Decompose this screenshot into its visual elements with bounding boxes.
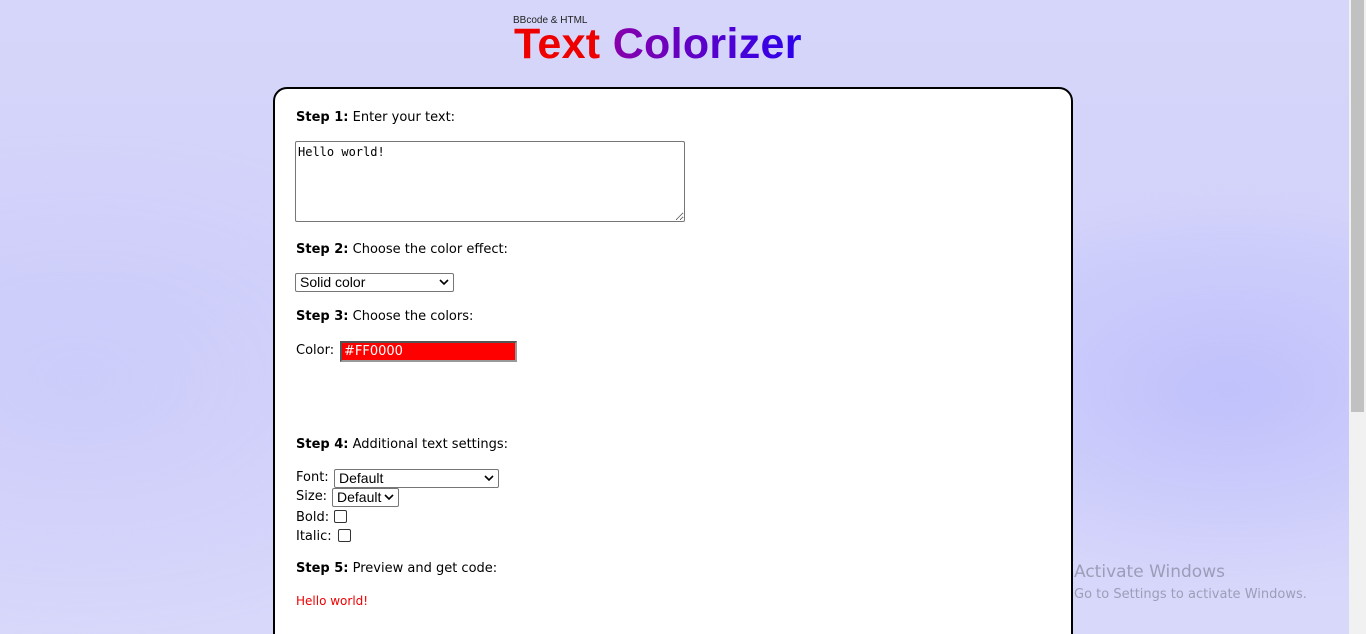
scrollbar-thumb[interactable] [1351, 0, 1364, 412]
step-5-heading: Step 5: Preview and get code: [296, 561, 497, 577]
bold-checkbox[interactable] [334, 510, 347, 523]
step-5-text: Preview and get code: [352, 561, 498, 576]
color-effect-select[interactable]: Solid color [295, 273, 454, 292]
color-effect-value: Solid color [300, 274, 366, 290]
size-label: Size: [296, 489, 328, 504]
step-2-label: Step 2: [296, 242, 349, 257]
logo-title-word-text: Text [514, 20, 601, 68]
size-select-value: Default [337, 489, 382, 505]
step-3-heading: Step 3: Choose the colors: [296, 309, 473, 325]
step-4-label: Step 4: [296, 437, 349, 452]
chevron-down-icon [384, 494, 394, 501]
activate-windows-title: Activate Windows [1074, 562, 1225, 582]
page-scrollbar[interactable] [1349, 0, 1366, 634]
font-select-value: Default [339, 470, 384, 486]
logo-title-word-colorizer: Colorizer [612, 20, 802, 68]
step-3-text: Choose the colors: [352, 309, 474, 324]
chevron-down-icon [484, 475, 494, 482]
step-1-label: Step 1: [296, 110, 349, 125]
step-2-text: Choose the color effect: [352, 242, 508, 257]
size-select[interactable]: Default [332, 488, 399, 507]
step-5-label: Step 5: [296, 561, 349, 576]
step-3-label: Step 3: [296, 309, 349, 324]
color-label: Color: [296, 343, 335, 358]
color-input[interactable]: #FF0000 [340, 341, 517, 362]
colorizer-panel: Step 1: Enter your text: Hello world! St… [273, 87, 1073, 634]
preview-text: Hello world! [296, 594, 369, 608]
step-1-heading: Step 1: Enter your text: [296, 110, 455, 126]
logo-title: Text Colorizer [514, 19, 802, 69]
chevron-down-icon [439, 279, 449, 286]
bold-label: Bold: [296, 510, 330, 525]
italic-checkbox[interactable] [338, 529, 351, 542]
step-2-heading: Step 2: Choose the color effect: [296, 242, 508, 258]
font-select[interactable]: Default [334, 469, 499, 488]
step-1-text: Enter your text: [352, 110, 456, 125]
text-input[interactable]: Hello world! [295, 141, 685, 222]
italic-label: Italic: [296, 529, 332, 544]
step-4-heading: Step 4: Additional text settings: [296, 437, 508, 453]
activate-windows-subtitle: Go to Settings to activate Windows. [1074, 587, 1307, 602]
step-4-text: Additional text settings: [352, 437, 509, 452]
font-label: Font: [296, 470, 329, 485]
